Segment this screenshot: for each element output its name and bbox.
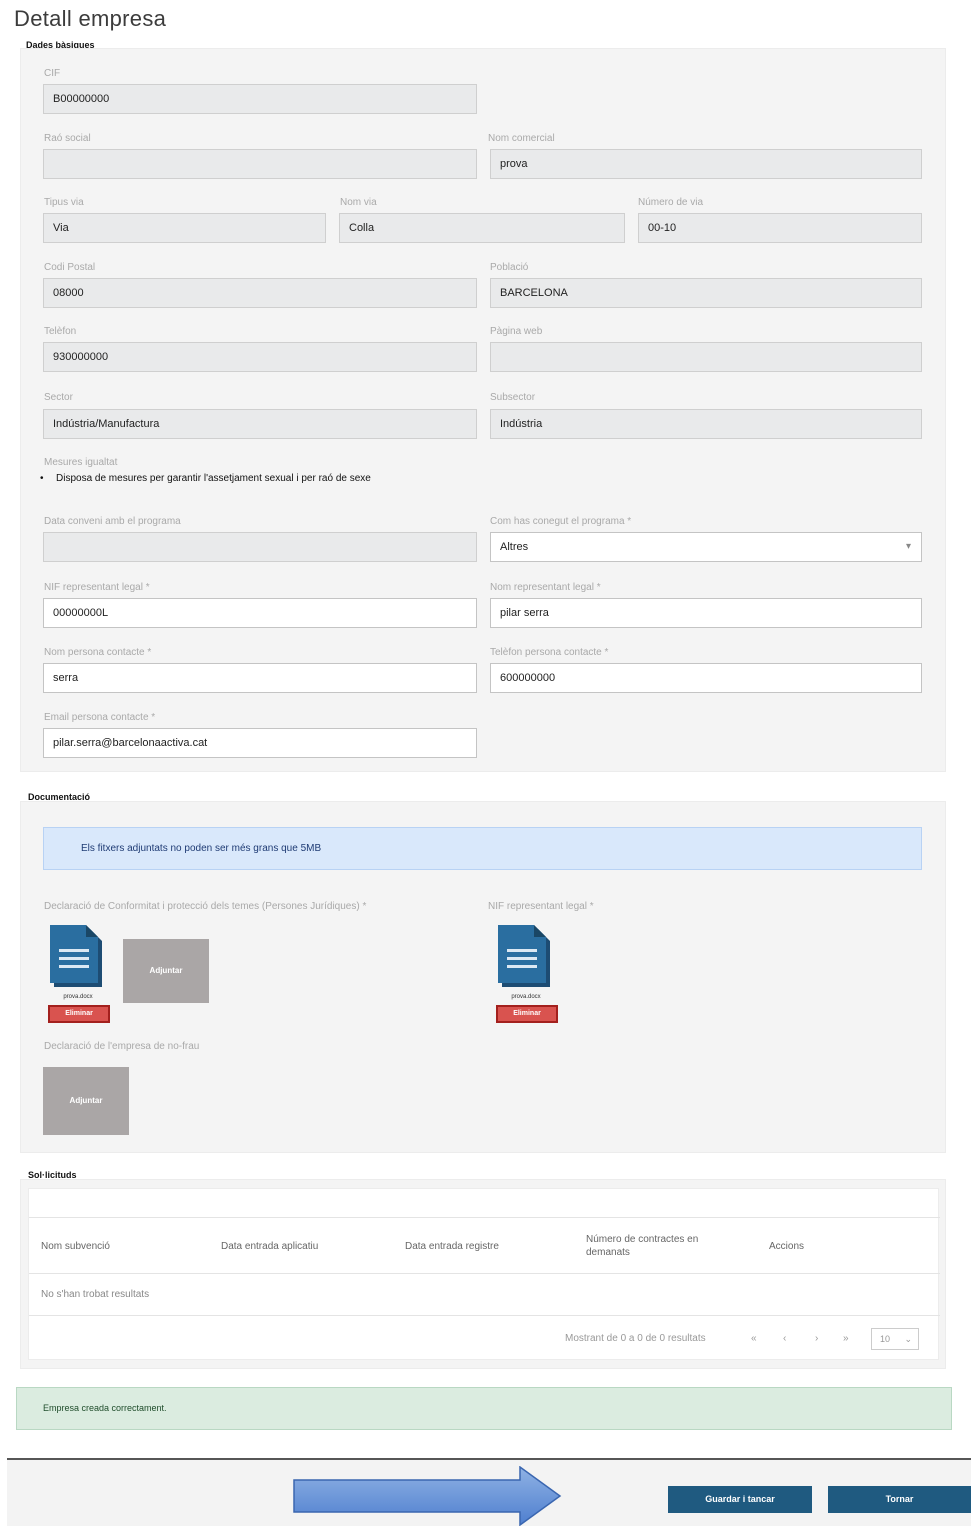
cif-field: B00000000 (43, 84, 477, 114)
table-divider (29, 1315, 940, 1316)
pagination-first-button[interactable]: « (751, 1333, 757, 1344)
table-header-name[interactable]: Nom subvenció (41, 1241, 110, 1252)
commercial-field: prova (490, 149, 922, 179)
sector-field: Indústria/Manufactura (43, 409, 477, 439)
table-header-app-date[interactable]: Data entrada aplicatiu (221, 1241, 318, 1252)
table-header-reg-date[interactable]: Data entrada registre (405, 1241, 499, 1252)
phone-label: Telèfon (44, 326, 77, 337)
table-header-actions: Accions (769, 1241, 805, 1252)
contact-email-label: Email persona contacte * (44, 712, 156, 723)
table-empty-message: No s'han trobat resultats (41, 1289, 150, 1300)
postal-field: 08000 (43, 278, 477, 308)
pagination-last-button[interactable]: » (843, 1333, 849, 1344)
rep-nif-label: NIF representant legal * (44, 582, 150, 593)
pagination-prev-button[interactable]: ‹ (783, 1333, 786, 1344)
doc2-remove-button[interactable]: Eliminar (496, 1005, 558, 1023)
document-icon (498, 925, 550, 987)
pagination-info: Mostrant de 0 a 0 de 0 resultats (565, 1333, 706, 1344)
rep-name-label: Nom representant legal * (490, 582, 601, 593)
join-select[interactable]: Altres ▾ (490, 532, 922, 562)
doc2-caption: prova.docx (511, 994, 541, 1000)
town-label: Població (490, 262, 529, 273)
doc3-upload-button[interactable]: Adjuntar (43, 1067, 129, 1135)
via-name-label: Nom via (340, 197, 377, 208)
doc1-label: Declaració de Conformitat i protecció de… (44, 901, 367, 912)
agreement-label: Data conveni amb el programa (44, 516, 181, 527)
chevron-down-icon: ⌄ (904, 1334, 912, 1344)
phone-field: 930000000 (43, 342, 477, 372)
join-label: Com has conegut el programa * (490, 516, 632, 527)
document-icon (50, 925, 102, 987)
doc1-upload-button[interactable]: Adjuntar (123, 939, 209, 1003)
back-button[interactable]: Tornar (828, 1486, 971, 1513)
contact-email-input[interactable]: pilar.serra@barcelonaactiva.cat (43, 728, 477, 758)
file-size-info: Els fitxers adjuntats no poden ser més g… (43, 827, 922, 870)
subsector-field: Indústria (490, 409, 922, 439)
contact-name-label: Nom persona contacte * (44, 647, 152, 658)
table-divider (29, 1217, 940, 1218)
success-alert: Empresa creada correctament. (16, 1387, 952, 1430)
table-header-contracts[interactable]: Número de contractes en demanats (586, 1233, 736, 1259)
chevron-down-icon: ▾ (905, 541, 911, 552)
page-size-select[interactable]: 10 ⌄ (871, 1328, 919, 1350)
measures-item: Disposa de mesures per garantir l'assetj… (56, 473, 371, 484)
web-field (490, 342, 922, 372)
join-select-value: Altres (500, 541, 529, 553)
doc1-remove-button[interactable]: Eliminar (48, 1005, 110, 1023)
agreement-field (43, 532, 477, 562)
sector-label: Sector (44, 392, 73, 403)
save-close-button[interactable]: Guardar i tancar (668, 1486, 812, 1513)
doc3-label: Declaració de l'empresa de no-frau (44, 1041, 200, 1052)
table-divider (29, 1273, 940, 1274)
via-number-field: 00-10 (638, 213, 922, 243)
web-label: Pàgina web (490, 326, 543, 337)
measures-bullet: • (40, 473, 44, 484)
social-label: Raó social (44, 133, 91, 144)
social-field (43, 149, 477, 179)
via-type-field: Via (43, 213, 326, 243)
subs-table: Nom subvenció Data entrada aplicatiu Dat… (28, 1188, 940, 1360)
doc1-caption: prova.docx (63, 994, 93, 1000)
arrow-right-icon (293, 1466, 562, 1526)
rep-nif-input[interactable]: 00000000L (43, 598, 477, 628)
page-size-value: 10 (880, 1334, 891, 1344)
page-title: Detall empresa (14, 6, 167, 31)
subsector-label: Subsector (490, 392, 536, 403)
rep-name-input[interactable]: pilar serra (490, 598, 922, 628)
town-field: BARCELONA (490, 278, 922, 308)
commercial-label: Nom comercial (488, 133, 555, 144)
cif-label: CIF (44, 68, 61, 79)
via-name-field: Colla (339, 213, 625, 243)
contact-phone-label: Telèfon persona contacte * (490, 647, 609, 658)
via-number-label: Número de via (638, 197, 704, 208)
via-type-label: Tipus via (44, 197, 84, 208)
contact-name-input[interactable]: serra (43, 663, 477, 693)
doc2-label: NIF representant legal * (488, 901, 594, 912)
postal-label: Codi Postal (44, 262, 96, 273)
contact-phone-input[interactable]: 600000000 (490, 663, 922, 693)
pagination-next-button[interactable]: › (815, 1333, 818, 1344)
measures-label: Mesures igualtat (44, 457, 118, 468)
